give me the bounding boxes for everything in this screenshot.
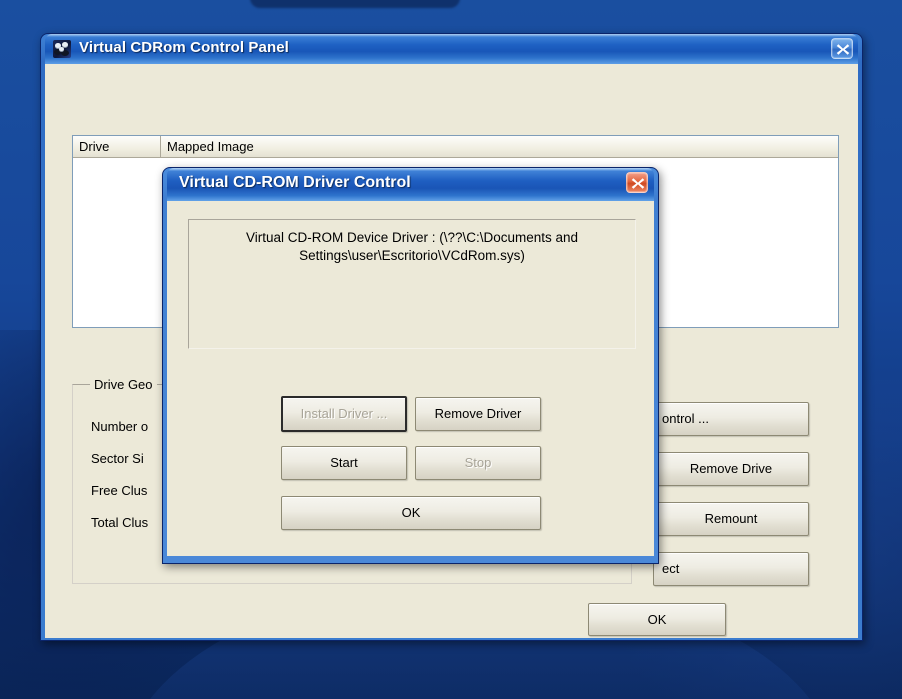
dialog-titlebar[interactable]: Virtual CD-ROM Driver Control xyxy=(167,168,654,201)
geo-row-sector-size: Sector Si xyxy=(91,451,144,466)
geo-row-total-clusters: Total Clus xyxy=(91,515,149,530)
driver-status-textbox: Virtual CD-ROM Device Driver : (\??\C:\D… xyxy=(188,219,636,349)
close-icon[interactable] xyxy=(831,38,853,59)
dialog-ok-button[interactable]: OK xyxy=(281,496,541,530)
remove-drive-button[interactable]: Remove Drive xyxy=(653,452,809,486)
dialog-client-area: Virtual CD-ROM Device Driver : (\??\C:\D… xyxy=(167,201,654,556)
geo-row-free-clusters: Free Clus xyxy=(91,483,148,498)
dialog-title: Virtual CD-ROM Driver Control xyxy=(179,174,411,191)
listview-column-drive[interactable]: Drive xyxy=(73,136,161,157)
stop-button[interactable]: Stop xyxy=(415,446,541,480)
remount-button[interactable]: Remount xyxy=(653,502,809,536)
main-titlebar[interactable]: Virtual CDRom Control Panel xyxy=(45,34,858,64)
listview-column-mapped-image[interactable]: Mapped Image xyxy=(161,136,838,157)
listview-header: Drive Mapped Image xyxy=(73,136,838,158)
main-window-title: Virtual CDRom Control Panel xyxy=(79,39,289,56)
virtual-cdrom-driver-control-dialog: Virtual CD-ROM Driver Control Virtual CD… xyxy=(162,167,659,564)
dialog-frame: Virtual CD-ROM Driver Control Virtual CD… xyxy=(162,167,659,564)
drive-geometry-label: Drive Geo xyxy=(90,377,157,392)
install-driver-button[interactable]: Install Driver ... xyxy=(281,396,407,432)
main-ok-button[interactable]: OK xyxy=(588,603,726,636)
start-button[interactable]: Start xyxy=(281,446,407,480)
geo-row-number-of-sectors: Number o xyxy=(91,419,149,434)
close-icon[interactable] xyxy=(626,172,648,193)
cdrom-app-icon xyxy=(53,40,71,58)
eject-button[interactable]: ect xyxy=(653,552,809,586)
driver-control-button[interactable]: ontrol ... xyxy=(653,402,809,436)
desktop-top-shape xyxy=(250,0,460,8)
desktop-background: Virtual CDRom Control Panel Drive Mapped… xyxy=(0,0,902,699)
close-glyph xyxy=(631,178,645,189)
close-glyph xyxy=(836,44,850,55)
remove-driver-button[interactable]: Remove Driver xyxy=(415,397,541,431)
